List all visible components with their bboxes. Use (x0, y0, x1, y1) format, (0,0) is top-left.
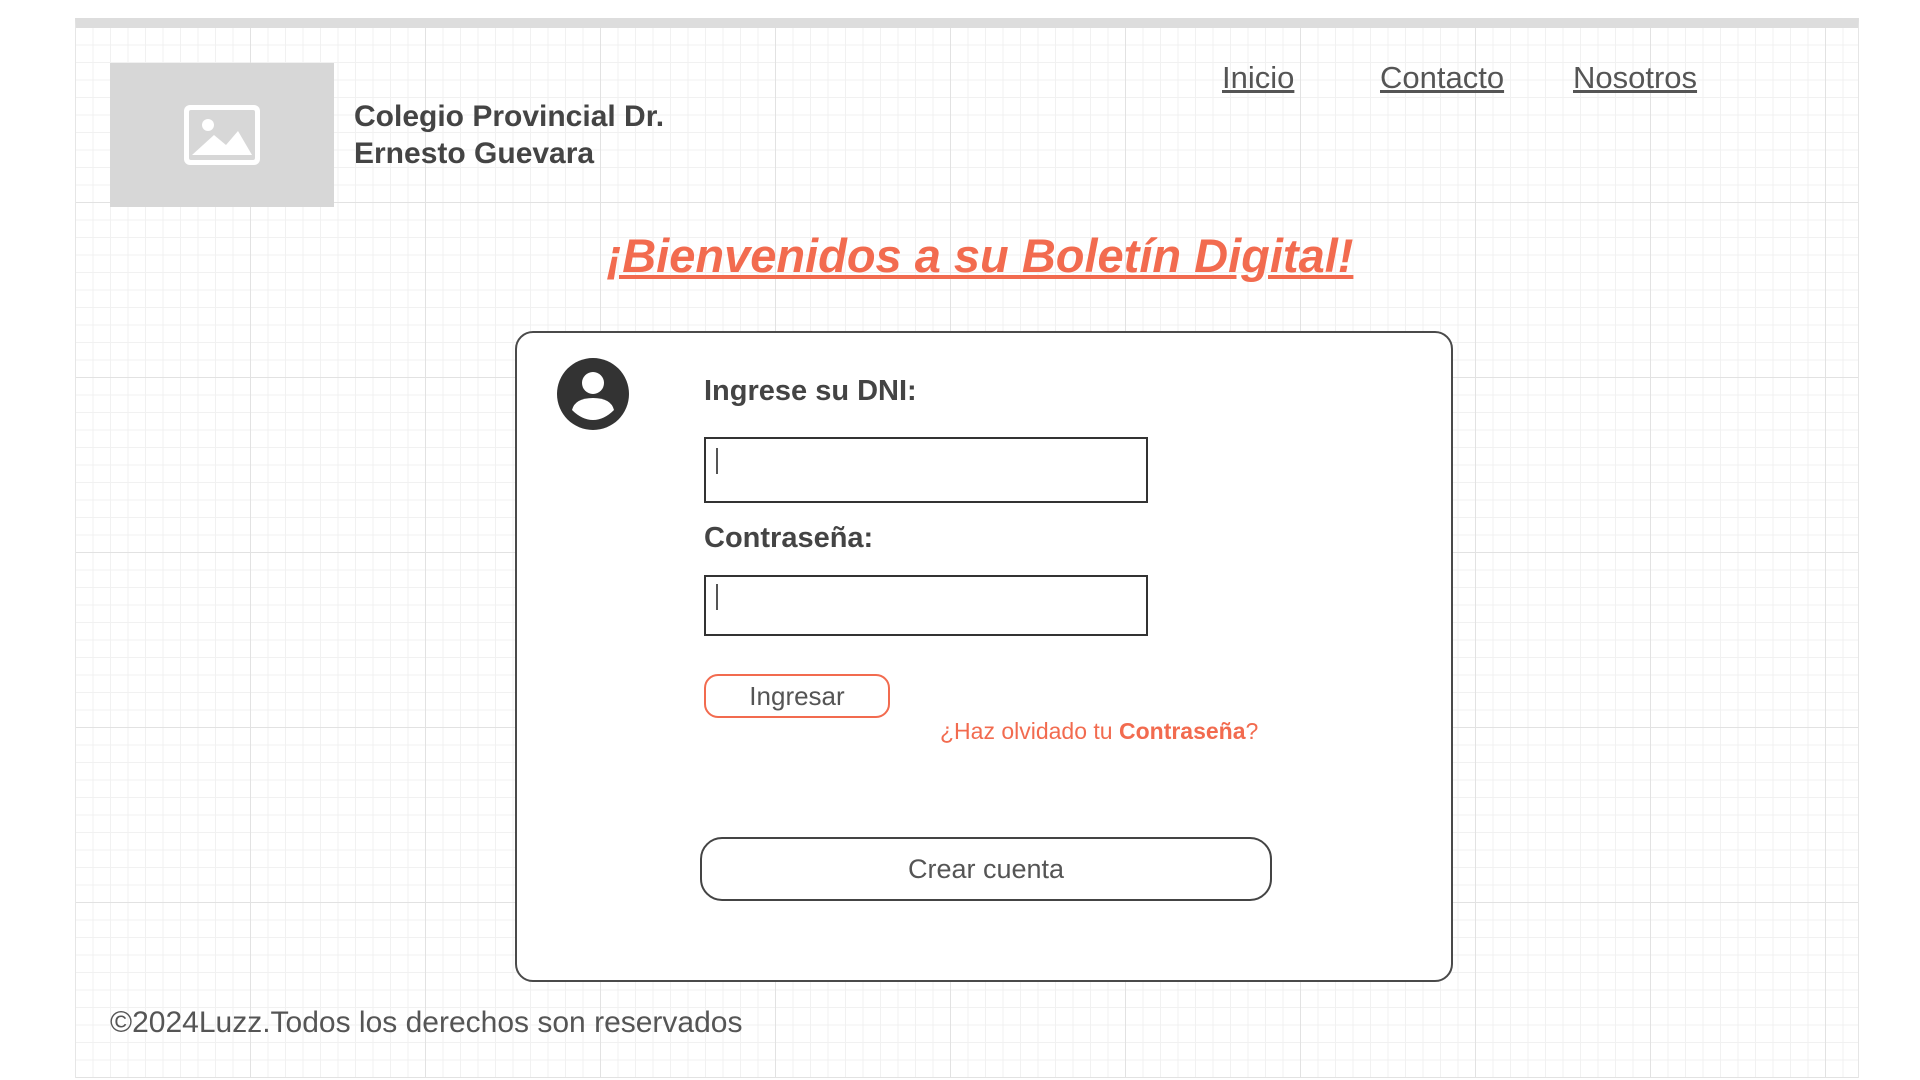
create-account-button[interactable]: Crear cuenta (700, 837, 1272, 901)
password-label: Contraseña: (704, 522, 874, 554)
password-text-cursor (716, 584, 718, 610)
dni-label: Ingrese su DNI: (704, 375, 917, 407)
dni-input[interactable] (704, 437, 1148, 503)
school-name-line1: Colegio Provincial Dr. (354, 100, 665, 133)
password-input[interactable] (704, 575, 1148, 636)
ingresar-button[interactable]: Ingresar (704, 674, 890, 718)
welcome-title: ¡Bienvenidos a su Boletín Digital! (606, 229, 1354, 282)
image-placeholder-icon (184, 105, 260, 165)
school-logo (110, 63, 334, 207)
forgot-bold: Contraseña (1118, 718, 1246, 744)
forgot-prefix: ¿Haz olvidado tu (940, 718, 1119, 744)
school-name: Colegio Provincial Dr. Ernesto Guevara (354, 98, 664, 172)
nav-link-nosotros[interactable]: Nosotros (1573, 60, 1697, 96)
footer-copyright: ©2024Luzz.Todos los derechos son reserva… (110, 1006, 743, 1039)
dni-text-cursor (716, 448, 718, 474)
forgot-password-link[interactable]: ¿Haz olvidado tu Contraseña? (940, 718, 1258, 745)
nav-link-inicio[interactable]: Inicio (1222, 60, 1294, 96)
nav-link-contacto[interactable]: Contacto (1380, 60, 1504, 96)
school-name-line2: Ernesto Guevara (354, 137, 595, 170)
user-circle-icon (557, 358, 629, 430)
forgot-suffix: ? (1245, 718, 1259, 744)
